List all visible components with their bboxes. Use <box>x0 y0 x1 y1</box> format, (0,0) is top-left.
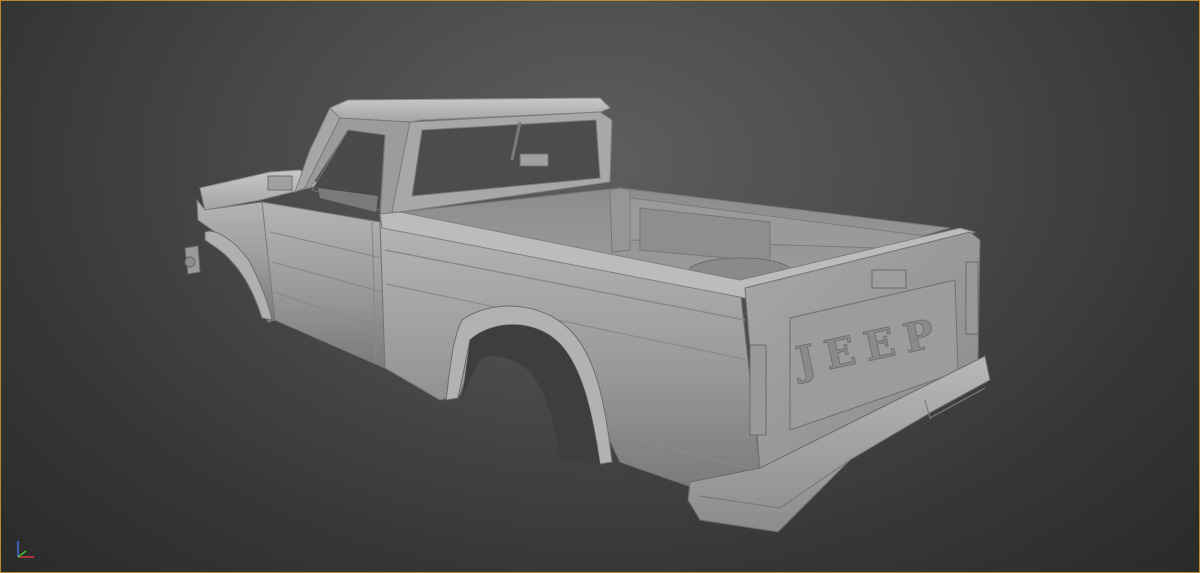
axis-gizmo-icon <box>17 541 34 558</box>
viewport[interactable]: JEEP <box>0 0 1200 573</box>
cab-door <box>261 201 386 369</box>
bed-front-wall <box>609 187 631 253</box>
truck-model[interactable]: JEEP <box>0 0 1200 573</box>
